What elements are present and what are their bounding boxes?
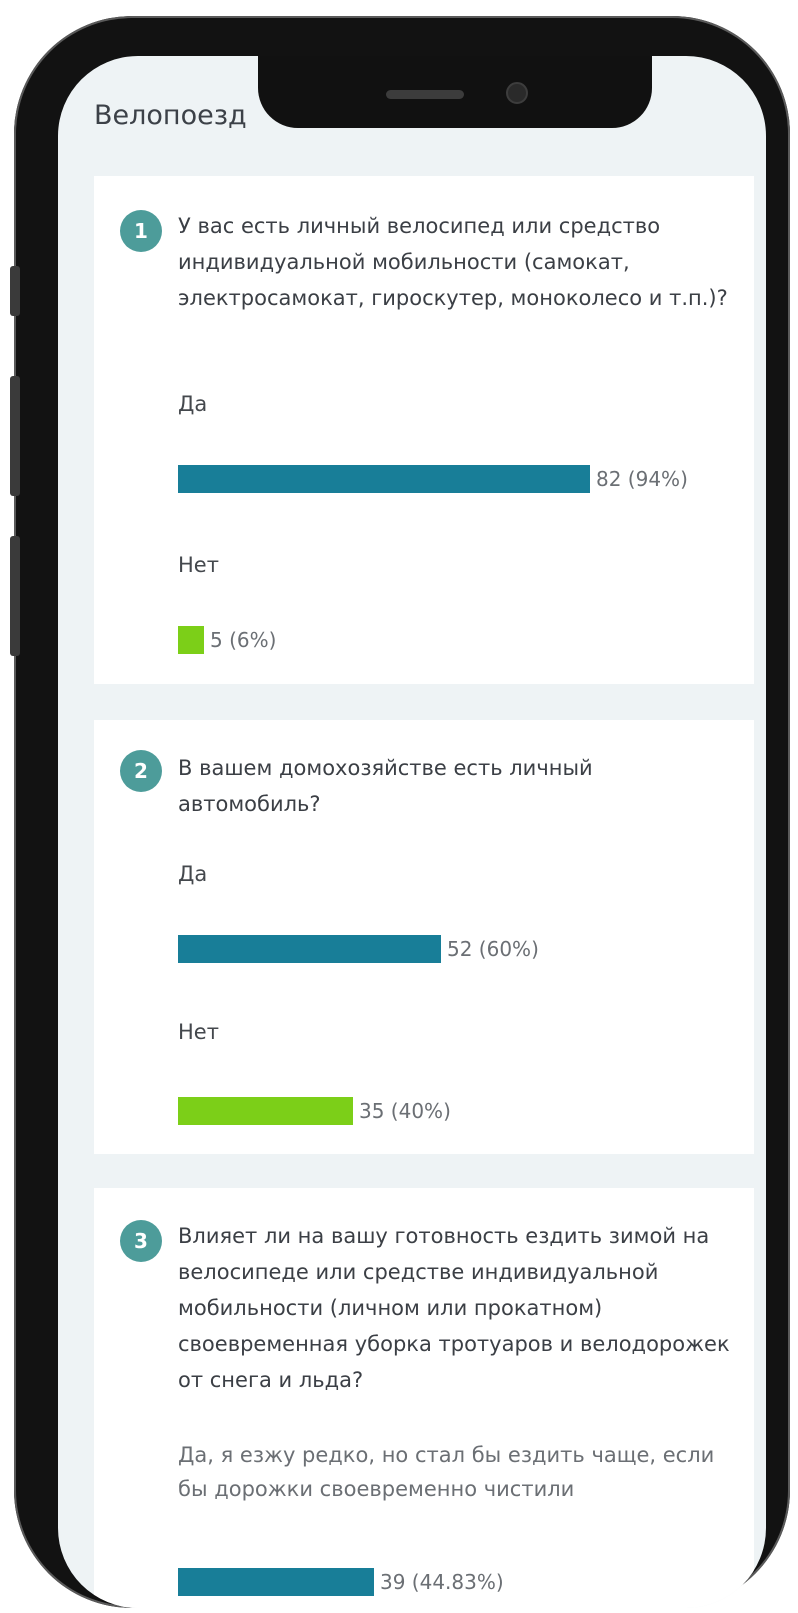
option-label: Да (178, 392, 208, 416)
phone-volume-up (10, 376, 20, 496)
phone-mute-switch (10, 266, 20, 316)
option-label: Нет (178, 1020, 219, 1044)
phone-volume-down (10, 536, 20, 656)
notch (258, 56, 652, 128)
question-number-badge: 3 (120, 1220, 162, 1262)
result-bar (178, 465, 590, 493)
result-value: 52 (60%) (447, 937, 539, 961)
question-text: Влияет ли на вашу готовность ездить зимо… (178, 1224, 730, 1392)
question-number-badge: 1 (120, 210, 162, 252)
option-label: Нет (178, 553, 219, 577)
option-label: Да, я езжу редко, но стал бы ездить чаще… (178, 1443, 715, 1501)
phone-frame: Велопоезд 1 У вас есть личный велосипед … (10, 16, 790, 1608)
camera-icon (506, 82, 528, 104)
question-text: В вашем домохозяйстве есть личный автомо… (178, 756, 593, 816)
result-value: 39 (44.83%) (380, 1570, 504, 1594)
result-value: 5 (6%) (210, 628, 277, 652)
result-bar (178, 626, 204, 654)
result-bar (178, 1097, 353, 1125)
question-number-badge: 2 (120, 750, 162, 792)
option-label: Да (178, 862, 208, 886)
phone-screen: Велопоезд 1 У вас есть личный велосипед … (58, 56, 766, 1608)
result-value: 35 (40%) (359, 1099, 451, 1123)
page-title: Велопоезд (94, 100, 247, 131)
question-text: У вас есть личный велосипед или средство… (178, 214, 728, 310)
result-bar (178, 1568, 374, 1596)
result-bar (178, 935, 441, 963)
result-value: 82 (94%) (596, 467, 688, 491)
speaker (386, 90, 464, 99)
